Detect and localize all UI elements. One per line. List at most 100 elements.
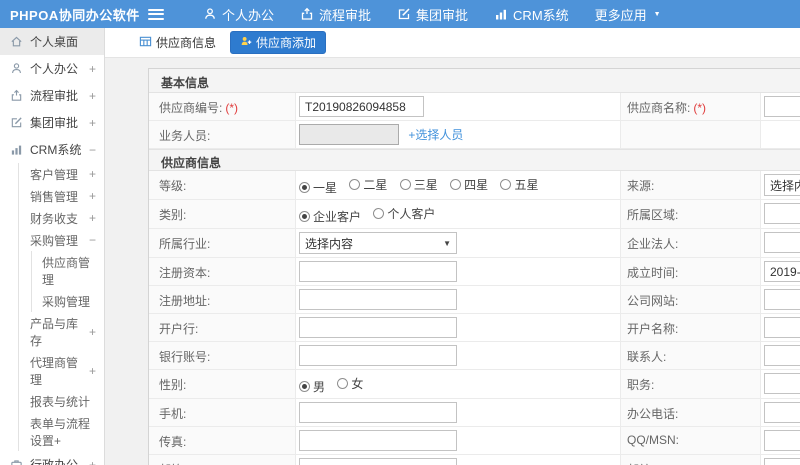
radio-option[interactable]: 一星: [299, 179, 337, 196]
founding-date-input[interactable]: [764, 261, 800, 282]
field-label: 开户名称:: [621, 314, 761, 341]
registered-address-input[interactable]: [299, 289, 457, 310]
nav-group-approval[interactable]: 集团审批: [384, 0, 481, 28]
tab-supplier-info[interactable]: 供应商信息: [133, 31, 222, 54]
form-row: 供应商编号:(*) 供应商名称:(*): [149, 93, 800, 121]
caret-down-icon: ▼: [443, 238, 451, 248]
company-website-input[interactable]: [764, 289, 800, 310]
sidebar-item-reports-stats[interactable]: 报表与统计: [19, 390, 104, 412]
position-input[interactable]: [764, 373, 800, 394]
content-area: 基本信息 供应商编号:(*) 供应商名称:(*) 业务人员:: [105, 58, 800, 465]
expand-plus-icon[interactable]: +: [89, 167, 96, 181]
hamburger-icon[interactable]: [148, 8, 164, 20]
choose-staff-link[interactable]: +选择人员: [408, 128, 463, 142]
sidebar-item-purchase-mgmt[interactable]: 采购管理 −: [19, 229, 104, 251]
collapse-minus-icon[interactable]: −: [89, 143, 96, 157]
section-header-supplier-info: 供应商信息: [149, 149, 800, 171]
form-row: 传真: QQ/MSN:: [149, 427, 800, 455]
radio-option[interactable]: 四星: [450, 176, 488, 193]
flow-icon: [300, 7, 314, 21]
required-mark: (*): [693, 101, 707, 115]
sidebar-item-crm-system[interactable]: CRM系统 −: [0, 136, 104, 163]
radio-option[interactable]: 男: [299, 378, 325, 395]
expand-plus-icon[interactable]: +: [89, 189, 96, 203]
field-label: QQ/MSN:: [621, 427, 761, 454]
mobile-input[interactable]: [299, 402, 457, 423]
nav-crm-system[interactable]: CRM系统: [481, 0, 582, 28]
field-label: 注册资本:: [149, 258, 296, 285]
expand-plus-icon[interactable]: +: [89, 89, 96, 103]
sidebar-item-group-approval[interactable]: 集团审批 +: [0, 109, 104, 136]
expand-plus-icon[interactable]: +: [89, 458, 96, 465]
required-mark: (*): [225, 101, 239, 115]
field-label: 手机:: [149, 399, 296, 426]
registered-capital-input[interactable]: [299, 261, 457, 282]
field-label: [621, 121, 761, 148]
main-area: 供应商信息 供应商添加 基本信息 供应商编号:(*) 供应商名称:(*): [105, 28, 800, 465]
collapse-minus-icon[interactable]: −: [89, 233, 96, 247]
form-row: 等级: 一星 二星 三星 四星 五星 来源: 选择内容▼: [149, 171, 800, 200]
expand-plus-icon[interactable]: +: [89, 325, 96, 339]
region-input[interactable]: [764, 203, 800, 224]
postcode-input[interactable]: [764, 458, 800, 465]
edit-icon: [10, 116, 23, 129]
fax-input[interactable]: [299, 430, 457, 451]
form-row: 邮箱: 邮编:: [149, 455, 800, 465]
nav-personal-office[interactable]: 个人办公: [190, 0, 287, 28]
sidebar-item-supplier-mgmt[interactable]: 供应商管理: [32, 251, 104, 290]
nav-workflow-approval[interactable]: 流程审批: [287, 0, 384, 28]
sidebar-item-agent-mgmt[interactable]: 代理商管理 +: [19, 351, 104, 390]
field-label: 传真:: [149, 427, 296, 454]
sidebar-item-admin-office[interactable]: 行政办公 +: [0, 451, 104, 465]
sidebar-item-sales-mgmt[interactable]: 销售管理 +: [19, 185, 104, 207]
tab-supplier-add[interactable]: 供应商添加: [230, 31, 327, 54]
expand-plus-icon[interactable]: +: [89, 116, 96, 130]
staff-input[interactable]: [299, 124, 399, 145]
radio-icon: [450, 179, 462, 190]
field-label: 职务:: [621, 370, 761, 398]
form-row: 手机: 办公电话:: [149, 399, 800, 427]
sidebar-item-personal-office[interactable]: 个人办公 +: [0, 55, 104, 82]
sidebar-item-products-inventory[interactable]: 产品与库存 +: [19, 312, 104, 351]
sidebar-item-purchasing[interactable]: 采购管理: [32, 290, 104, 312]
form-row: 注册地址: 公司网站:: [149, 286, 800, 314]
expand-plus-icon[interactable]: +: [89, 211, 96, 225]
contact-person-input[interactable]: [764, 345, 800, 366]
nav-more-apps[interactable]: 更多应用 ▼: [582, 0, 674, 28]
radio-option[interactable]: 个人客户: [373, 205, 435, 222]
sidebar-item-form-workflow-settings[interactable]: 表单与流程设置+: [19, 412, 104, 451]
sidebar-item-workflow-approval[interactable]: 流程审批 +: [0, 82, 104, 109]
radio-option[interactable]: 三星: [399, 176, 438, 193]
bank-input[interactable]: [299, 317, 457, 338]
field-label: 办公电话:: [621, 399, 761, 426]
radio-option[interactable]: 女: [337, 375, 363, 392]
office-phone-input[interactable]: [764, 402, 800, 423]
radio-option[interactable]: 二星: [349, 176, 387, 193]
flow-icon: [10, 89, 23, 102]
expand-plus-icon[interactable]: +: [89, 364, 96, 378]
legal-person-input[interactable]: [764, 232, 800, 253]
industry-select[interactable]: 选择内容 ▼: [299, 232, 457, 254]
briefcase-icon: [10, 458, 23, 465]
form-row: 银行账号: 联系人:: [149, 342, 800, 370]
email-input[interactable]: [299, 458, 457, 465]
sidebar-item-customer-mgmt[interactable]: 客户管理 +: [19, 163, 104, 185]
radio-option[interactable]: 企业客户: [299, 208, 361, 225]
expand-plus-icon[interactable]: +: [89, 62, 96, 76]
radio-option[interactable]: 五星: [500, 176, 538, 193]
level-radio-group: 一星 二星 三星 四星 五星: [296, 171, 621, 199]
supplier-no-input[interactable]: [299, 96, 424, 117]
field-label: 等级:: [149, 171, 296, 199]
supplier-add-form: 基本信息 供应商编号:(*) 供应商名称:(*) 业务人员:: [148, 68, 800, 465]
source-select[interactable]: 选择内容▼: [764, 174, 800, 196]
topbar: PHPOA协同办公软件 个人办公 流程审批 集团审批 CRM系统 更多应用 ▼: [0, 0, 800, 28]
supplier-name-input[interactable]: [764, 96, 800, 117]
bank-account-input[interactable]: [299, 345, 457, 366]
home-icon: [10, 35, 23, 48]
account-name-input[interactable]: [764, 317, 800, 338]
sidebar-item-personal-desktop[interactable]: 个人桌面: [0, 28, 104, 55]
field-label: 来源:: [621, 171, 761, 199]
sidebar-item-finance[interactable]: 财务收支 +: [19, 207, 104, 229]
radio-icon: [337, 378, 349, 389]
qq-msn-input[interactable]: [764, 430, 800, 451]
